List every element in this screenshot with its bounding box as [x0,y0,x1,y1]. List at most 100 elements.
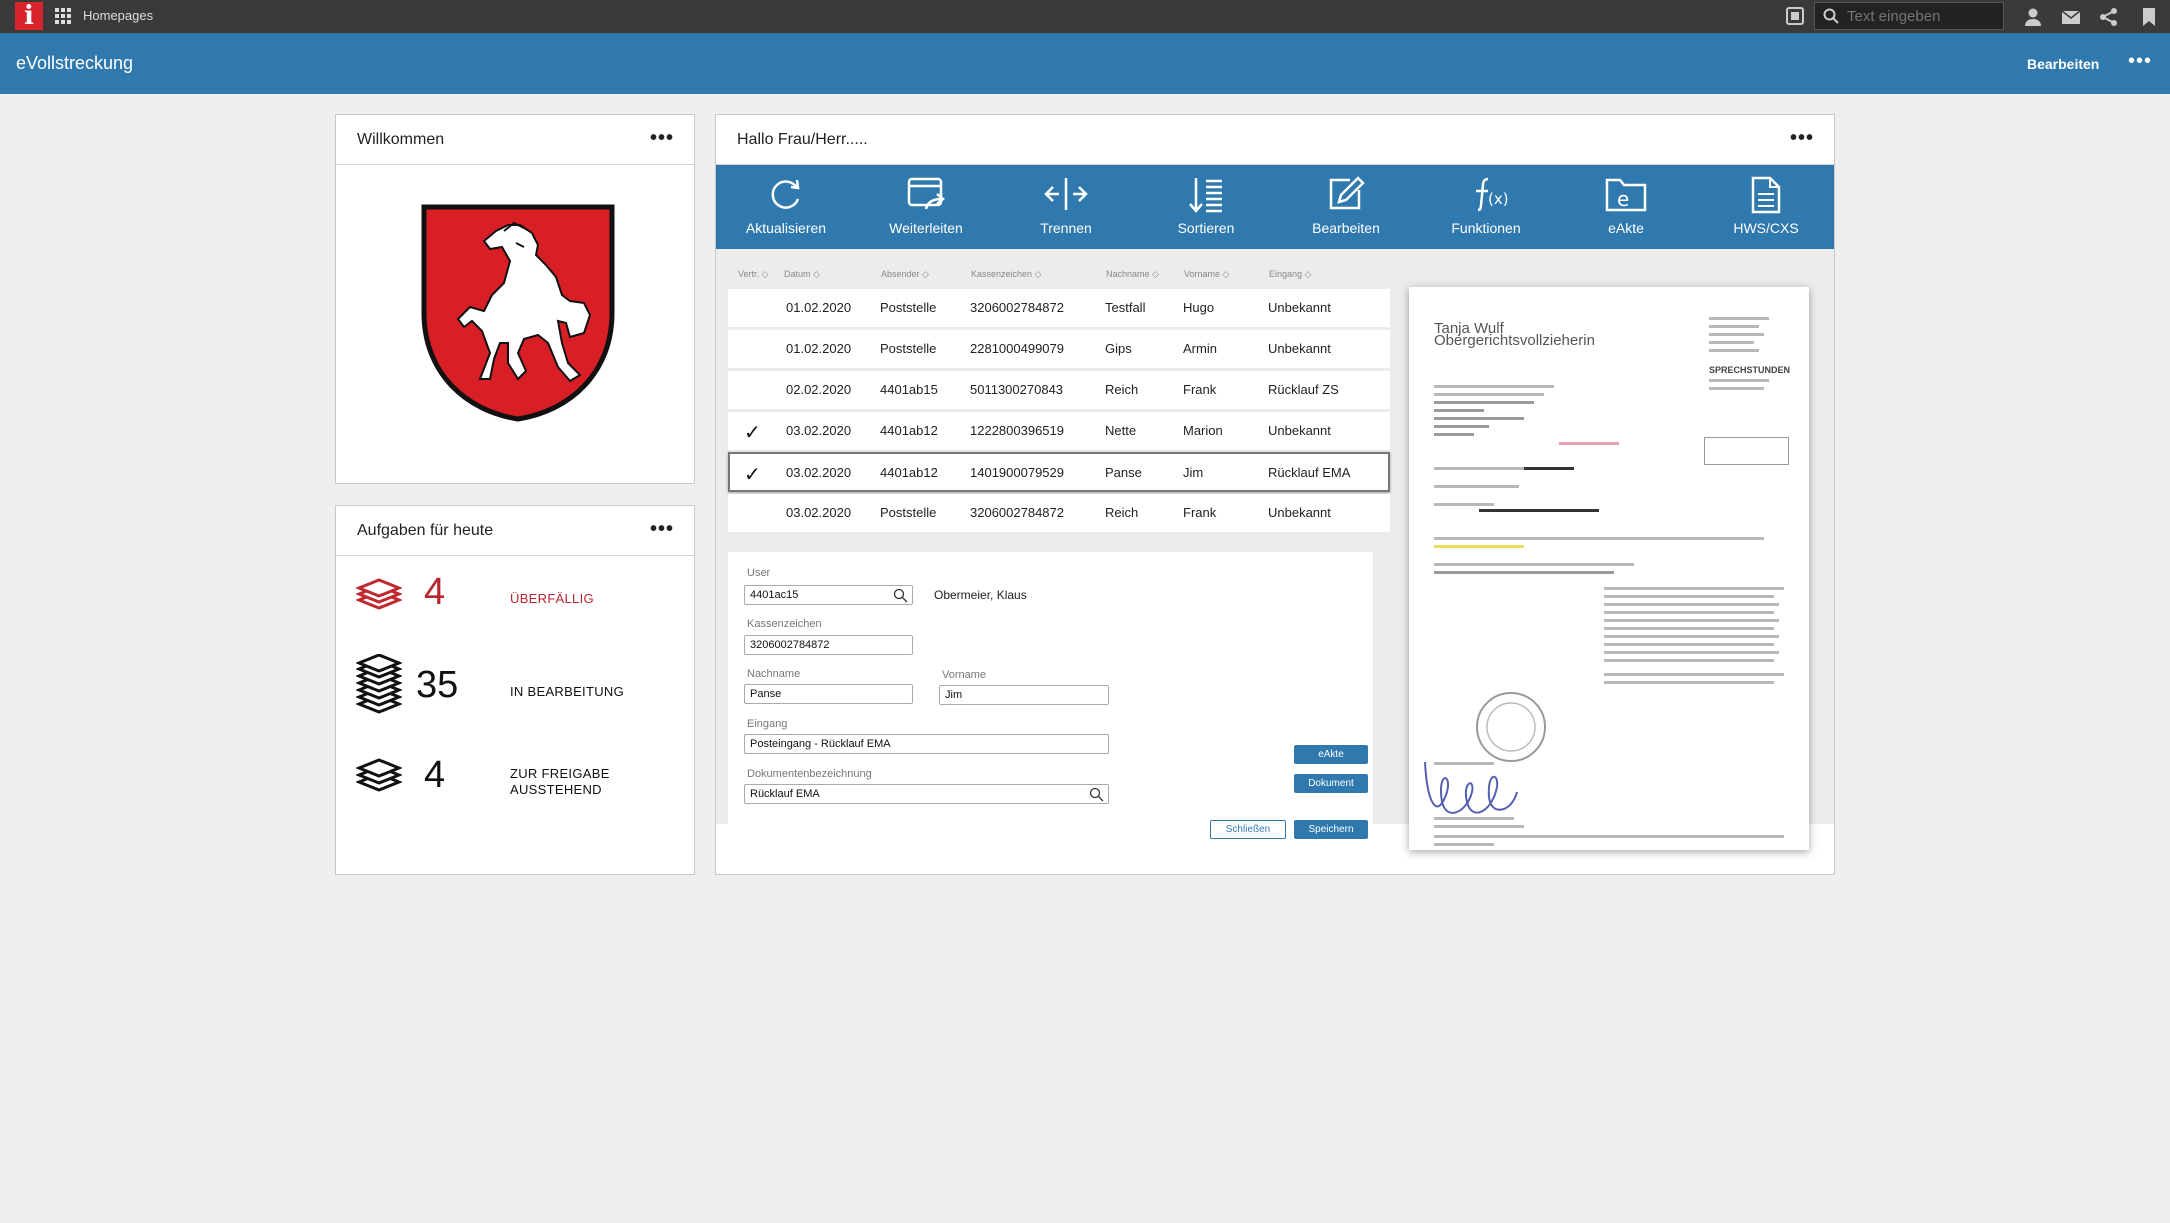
cell-nachname: Gips [1105,341,1132,356]
eakte-button[interactable]: eAkte [1294,745,1368,764]
toolbar-bearbeiten[interactable]: Bearbeiten [1276,165,1416,249]
forward-icon [907,177,945,210]
cell-kassenzeichen: 1401900079529 [970,465,1064,480]
tasks-card: Aufgaben für heute ••• 4 ÜBERFÄLLIG 35 I… [335,505,695,875]
toolbar-funktionen[interactable]: (x) Funktionen [1416,165,1556,249]
welcome-more-icon[interactable]: ••• [650,127,674,150]
table-row-selected[interactable]: ✓ 03.02.2020 4401ab12 1401900079529 Pans… [728,452,1390,492]
vorname-field[interactable]: Jim [939,685,1109,705]
col-header-nachname-label: Nachname [1106,269,1150,279]
task-in-progress[interactable]: 35 IN BEARBEITUNG [336,646,694,716]
tasks-title: Aufgaben für heute [357,522,494,539]
save-button[interactable]: Speichern [1294,820,1368,839]
col-header-absender[interactable]: Absender ◇ [881,269,929,280]
tasks-more-icon[interactable]: ••• [650,518,674,541]
task-overdue[interactable]: 4 ÜBERFÄLLIG [336,566,694,626]
user-field[interactable]: 4401ac15 [744,585,913,605]
coat-of-arms-icon [421,204,615,422]
col-header-vertr-label: Vertr. [738,269,760,279]
toolbar-hws-cxs[interactable]: HWS/CXS [1696,165,1836,249]
cell-datum: 03.02.2020 [786,423,852,438]
user-icon[interactable] [2022,6,2044,28]
nachname-field[interactable]: Panse [744,684,913,704]
eingang-field[interactable]: Posteingang - Rücklauf EMA [744,734,1109,754]
cell-kassenzeichen: 3206002784872 [970,300,1064,315]
stack-in-progress-icon [356,654,402,714]
toolbar-aktualisieren-label: Aktualisieren [745,220,827,236]
toolbar-trennen[interactable]: Trennen [996,165,1136,249]
close-button[interactable]: Schließen [1210,820,1286,839]
task-in-progress-count: 35 [416,664,459,706]
task-pending-approval[interactable]: 4 ZUR FREIGABE AUSSTEHEND [336,746,694,806]
toolbar-aktualisieren[interactable]: Aktualisieren [716,165,856,249]
top-bar: i Homepages [0,0,2170,33]
col-header-vertr[interactable]: Vertr. ◇ [738,269,768,280]
dokumentenbezeichnung-field[interactable]: Rücklauf EMA [744,784,1109,804]
table-row[interactable]: 02.02.2020 4401ab15 5011300270843 Reich … [728,371,1390,409]
toolbar-weiterleiten[interactable]: Weiterleiten [856,165,996,249]
table-row[interactable]: 01.02.2020 Poststelle 2281000499079 Gips… [728,330,1390,368]
row-check-icon[interactable]: ✓ [744,462,761,487]
mail-icon[interactable] [2060,6,2082,28]
cell-nachname: Nette [1105,423,1137,438]
table-row[interactable]: ✓ 03.02.2020 4401ab12 1222800396519 Nett… [728,412,1390,450]
tasks-card-header: Aufgaben für heute ••• [336,506,694,556]
action-toolbar: Aktualisieren Weiterleiten Trennen Sorti… [716,165,1834,249]
col-header-datum-label: Datum [784,269,811,279]
app-launcher-icon[interactable] [55,8,71,24]
row-check-icon[interactable]: ✓ [744,420,761,445]
dokumentenbezeichnung-label: Dokumentenbezeichnung [747,768,872,780]
search-input[interactable] [1847,7,1997,25]
svg-text:(x): (x) [1488,190,1508,208]
sort-icon [1189,178,1222,213]
cell-eingang: Unbekannt [1268,300,1331,315]
toolbar-eakte[interactable]: e eAkte [1556,165,1696,249]
cell-eingang: Unbekannt [1268,423,1331,438]
document-preview[interactable]: Tanja Wulf Obergerichtsvollzieherin SPRE… [1409,287,1809,850]
cell-eingang: Unbekannt [1268,341,1331,356]
col-header-kassenzeichen[interactable]: Kassenzeichen ◇ [971,269,1041,280]
cell-eingang: Unbekannt [1268,505,1331,520]
col-header-eingang-label: Eingang [1269,269,1303,279]
share-icon[interactable] [2098,6,2120,28]
edit-page-button[interactable]: Bearbeiten [2027,56,2099,72]
cell-nachname: Reich [1105,382,1139,397]
main-card: Hallo Frau/Herr..... ••• Aktualisieren W… [715,114,1835,875]
col-header-vorname[interactable]: Vorname ◇ [1184,269,1229,280]
welcome-card: Willkommen ••• [335,114,695,484]
refresh-icon [771,179,800,209]
user-name: Obermeier, Klaus [934,588,1027,602]
eingang-label: Eingang [747,718,788,730]
col-header-eingang[interactable]: Eingang ◇ [1269,269,1311,280]
table-row[interactable]: 03.02.2020 Poststelle 3206002784872 Reic… [728,494,1390,532]
cell-datum: 01.02.2020 [786,300,852,315]
toolbar-sortieren-label: Sortieren [1177,220,1235,236]
kassenzeichen-field[interactable]: 3206002784872 [744,635,913,655]
main-more-icon[interactable]: ••• [1790,127,1814,150]
dokument-button[interactable]: Dokument [1294,774,1368,793]
table-row[interactable]: 01.02.2020 Poststelle 3206002784872 Test… [728,289,1390,327]
cell-eingang: Rücklauf EMA [1268,465,1351,480]
homepages-link[interactable]: Homepages [83,8,153,23]
document-icon [1751,176,1781,214]
search-icon[interactable] [893,588,908,603]
app-logo[interactable]: i [15,2,43,30]
col-header-nachname[interactable]: Nachname ◇ [1106,269,1159,280]
app-more-icon[interactable]: ••• [2128,51,2152,71]
cell-vorname: Marion [1183,423,1223,438]
bookmark-icon[interactable] [2138,6,2160,28]
task-overdue-count: 4 [424,571,446,613]
global-search[interactable] [1814,2,2004,30]
search-icon[interactable] [1089,787,1104,802]
cell-kassenzeichen: 2281000499079 [970,341,1064,356]
function-icon: (x) [1476,177,1508,212]
main-card-header: Hallo Frau/Herr..... ••• [716,115,1834,165]
cell-vorname: Jim [1183,465,1204,480]
window-toggle-icon[interactable] [1786,7,1804,25]
toolbar-sortieren[interactable]: Sortieren [1136,165,1276,249]
cell-absender: 4401ab12 [880,423,938,438]
eakte-folder-icon: e [1605,178,1647,212]
col-header-absender-label: Absender [881,269,920,279]
cell-vorname: Armin [1183,341,1217,356]
col-header-datum[interactable]: Datum ◇ [784,269,820,280]
